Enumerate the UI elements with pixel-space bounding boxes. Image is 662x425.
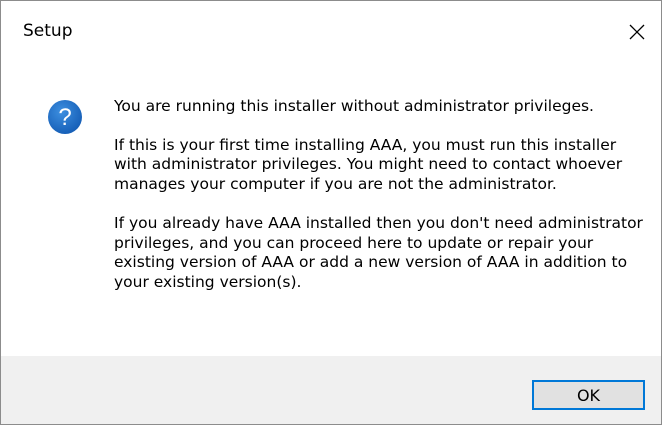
ok-button[interactable]: OK xyxy=(532,380,645,410)
message-para3: If you already have AAA installed then y… xyxy=(114,214,643,291)
title-bar: Setup xyxy=(1,1,661,63)
button-bar: OK xyxy=(1,356,661,424)
message-line1: You are running this installer without a… xyxy=(114,97,594,115)
ok-button-label: OK xyxy=(576,385,601,405)
close-icon xyxy=(629,24,645,40)
question-icon: ? xyxy=(48,100,82,134)
svg-text:?: ? xyxy=(58,104,71,131)
message-para2: If this is your first time installing AA… xyxy=(114,135,623,193)
dialog-content: ? You are running this installer without… xyxy=(1,63,661,356)
window-title: Setup xyxy=(23,21,73,41)
message-text: You are running this installer without a… xyxy=(114,97,644,312)
setup-dialog: Setup ? You are running this installer w… xyxy=(0,0,662,425)
close-button[interactable] xyxy=(613,1,661,63)
